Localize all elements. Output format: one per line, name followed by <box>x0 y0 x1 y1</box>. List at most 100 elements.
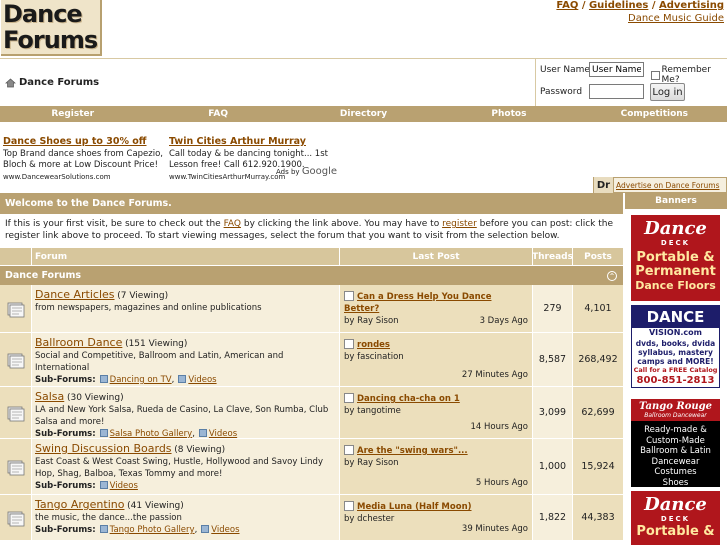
welcome-faq-link[interactable]: FAQ <box>224 219 241 229</box>
ad-unit[interactable]: Dance Shoes up to 30% off Top Brand danc… <box>3 136 163 183</box>
banner-logo: DANCE <box>632 306 719 328</box>
login-button[interactable]: Log in <box>650 83 685 101</box>
last-post-link[interactable]: Media Luna (Half Moon) <box>357 502 472 512</box>
google-logo: Google <box>301 166 338 177</box>
subforums: Sub-Forums: Tango Photo Gallery, Videos <box>35 525 240 535</box>
banner-column: Banners Dance DECK Portable & Permanent … <box>625 193 727 545</box>
password-input[interactable] <box>589 84 644 99</box>
subforums: Sub-Forums: Videos <box>35 480 336 492</box>
last-post-author[interactable]: by fascination <box>344 351 528 363</box>
welcome-register-link[interactable]: register <box>442 219 477 229</box>
subforum-icon <box>178 375 187 383</box>
faq-link[interactable]: FAQ <box>556 0 578 11</box>
banner-logo: Dance <box>644 218 707 239</box>
subforum-link[interactable]: Videos <box>188 375 216 385</box>
username-input[interactable] <box>589 62 644 77</box>
menu-faq[interactable]: FAQ <box>145 106 290 122</box>
subforum-link[interactable]: Videos <box>110 481 138 491</box>
forum-status-icon <box>0 285 32 332</box>
last-post-link[interactable]: Can a Dress Help You Dance Better? <box>344 292 491 314</box>
username-label: User Name <box>540 65 590 75</box>
banner-header: Tango Rouge Ballroom Dancewear <box>631 399 720 421</box>
remember-checkbox[interactable] <box>651 70 660 80</box>
last-post-link[interactable]: rondes <box>357 340 390 350</box>
subforum-link[interactable]: Videos <box>209 429 237 439</box>
navbar: Dance Forums User Name Remember Me? Pass… <box>0 58 727 109</box>
subforum-icon <box>201 525 210 533</box>
logo-line-1: Dance <box>3 0 83 28</box>
forum-description: East Coast & West Coast Swing, Hustle, H… <box>35 457 323 479</box>
forum-list: Dance Articles (7 Viewing) from newspaper… <box>0 285 623 541</box>
forum-name-link[interactable]: Dance Articles <box>35 288 115 301</box>
forum-description: Social and Competitive, Ballroom and Lat… <box>35 351 284 373</box>
home-icon[interactable] <box>5 78 16 88</box>
last-post-link[interactable]: Are the "swing wars"... <box>357 446 468 456</box>
ads-by-google[interactable]: Ads by Google <box>276 166 337 177</box>
col-posts[interactable]: Posts <box>573 248 623 265</box>
subforum-link[interactable]: Salsa Photo Gallery <box>110 429 193 439</box>
guidelines-link[interactable]: Guidelines <box>589 0 648 11</box>
last-post-author[interactable]: by tangotime <box>344 405 528 417</box>
post-count: 268,492 <box>573 333 623 386</box>
ad-area: Dance Shoes up to 30% off Top Brand danc… <box>0 122 727 193</box>
link-separator: / <box>648 0 659 11</box>
menu-photos[interactable]: Photos <box>436 106 581 122</box>
dance-deck-banner[interactable]: Dance DECK Portable & Permanent Dance Fl… <box>631 215 720 301</box>
advertise-link[interactable]: Dr Advertise on Dance Forums <box>593 177 727 193</box>
viewing-count: (151 Viewing) <box>125 339 188 349</box>
post-icon <box>344 291 354 301</box>
ad-title[interactable]: Dance Shoes up to 30% off <box>3 136 163 148</box>
dance-deck-banner-2[interactable]: Dance DECK Portable & <box>631 491 720 545</box>
forum-name-link[interactable]: Tango Argentino <box>35 498 124 511</box>
breadcrumb: Dance Forums <box>5 77 99 88</box>
forum-name-link[interactable]: Ballroom Dance <box>35 336 122 349</box>
last-post-link[interactable]: Dancing cha-cha on 1 <box>357 394 460 404</box>
col-forum[interactable]: Forum <box>32 248 340 265</box>
last-post-cell: Media Luna (Half Moon) by dchester 39 Minu… <box>340 495 533 540</box>
subforum-link[interactable]: Dancing on TV <box>110 375 172 385</box>
forum-name-link[interactable]: Swing Discussion Boards <box>35 442 172 455</box>
category-title[interactable]: Dance Forums <box>5 270 81 281</box>
subforum-link[interactable]: Tango Photo Gallery <box>110 525 195 535</box>
subforums-label: Sub-Forums: <box>35 375 96 385</box>
thread-count: 3,099 <box>533 387 573 438</box>
welcome-text-part: If this is your first visit, be sure to … <box>5 219 224 229</box>
dance-music-guide-link[interactable]: Dance Music Guide <box>556 13 724 25</box>
subforum-link[interactable]: Videos <box>211 525 239 535</box>
menu-directory[interactable]: Directory <box>291 106 436 122</box>
breadcrumb-title: Dance Forums <box>19 77 100 88</box>
col-last-post[interactable]: Last Post <box>340 248 533 265</box>
advertise-label[interactable]: Advertise on Dance Forums <box>616 181 719 190</box>
col-threads[interactable]: Threads <box>532 248 573 265</box>
advertising-link[interactable]: Advertising <box>659 0 724 11</box>
subforums-label: Sub-Forums: <box>35 481 96 491</box>
subforum-icon <box>99 525 108 533</box>
site-logo[interactable]: Dance Forums <box>1 0 102 56</box>
welcome-text-part: by clicking the link above. You may have… <box>241 219 443 229</box>
banner-line: Portable & <box>636 250 715 265</box>
post-icon <box>344 339 354 349</box>
forum-name-link[interactable]: Salsa <box>35 390 64 403</box>
menu-register[interactable]: Register <box>0 106 145 122</box>
forum-status-icon <box>0 495 32 540</box>
tango-rouge-banner[interactable]: Tango Rouge Ballroom Dancewear Ready-mad… <box>631 399 720 487</box>
post-count: 4,101 <box>573 285 623 332</box>
ad-title[interactable]: Twin Cities Arthur Murray <box>169 136 328 148</box>
post-icon <box>344 445 354 455</box>
banner-line: Ballroom & Latin <box>640 446 711 456</box>
forum-status-icon <box>0 387 32 438</box>
thread-count: 279 <box>533 285 573 332</box>
last-post-author[interactable]: by Ray Sison <box>344 457 528 469</box>
dancevision-banner[interactable]: DANCE VISION.com dvds, books, dvida syll… <box>631 305 720 388</box>
last-post-time: 39 Minutes Ago <box>461 524 528 534</box>
link-separator: / <box>578 0 589 11</box>
banner-line: Ready-made & <box>644 425 707 435</box>
password-label: Password <box>540 87 583 97</box>
collapse-icon[interactable]: ^ <box>607 271 617 281</box>
forum-row: Swing Discussion Boards (8 Viewing) East … <box>0 439 623 495</box>
ad-url[interactable]: www.DancewearSolutions.com <box>3 172 163 184</box>
menu-competitions[interactable]: Competitions <box>582 106 727 122</box>
banner-line: camps and MORE! <box>637 357 714 366</box>
banner-line: Dance Floors <box>635 279 716 292</box>
remember-me[interactable]: Remember Me? <box>651 65 727 85</box>
